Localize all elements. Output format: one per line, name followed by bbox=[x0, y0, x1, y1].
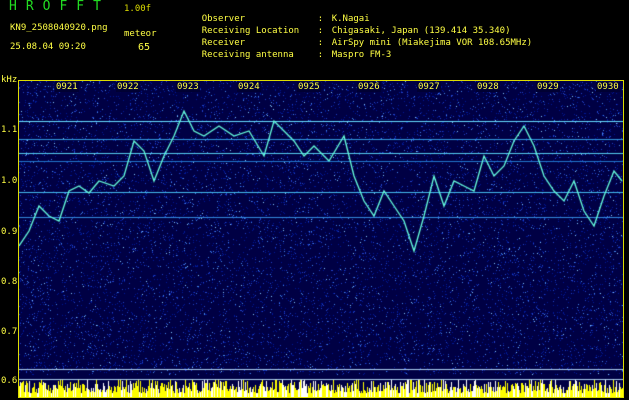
y-axis-label: 0.7 bbox=[1, 327, 18, 337]
y-axis-label: 0.8 bbox=[1, 277, 18, 287]
version-label: 1.00f bbox=[124, 4, 152, 14]
info-row-antenna: Receiving antenna: Maspro FM-3 bbox=[180, 39, 392, 72]
time-label: 0928 bbox=[476, 82, 500, 92]
meteor-label: meteor bbox=[124, 29, 157, 39]
plot-frame bbox=[18, 80, 624, 398]
frequency-unit-label: kHz bbox=[1, 75, 18, 85]
y-axis-label: 0.6 bbox=[1, 376, 18, 386]
y-axis-label: 0.9 bbox=[1, 227, 18, 237]
datetime: 25.08.04 09:20 bbox=[10, 42, 86, 52]
time-label: 0922 bbox=[116, 82, 140, 92]
time-label: 0927 bbox=[417, 82, 441, 92]
time-label: 0930 bbox=[596, 82, 620, 92]
info-separator: : bbox=[317, 50, 324, 60]
meteor-count: 65 bbox=[138, 42, 151, 53]
header: HROFFT 1.00f KN9_2508040920.png meteor 2… bbox=[0, 0, 629, 76]
time-label: 0921 bbox=[55, 82, 79, 92]
y-axis-label: 1.0 bbox=[1, 176, 18, 186]
time-label: 0926 bbox=[357, 82, 381, 92]
file-name: KN9_2508040920.png bbox=[10, 23, 108, 33]
app-title: HROFFT bbox=[9, 0, 110, 14]
time-label: 0923 bbox=[176, 82, 200, 92]
time-label: 0925 bbox=[297, 82, 321, 92]
time-label: 0929 bbox=[536, 82, 560, 92]
y-axis-label: 1.1 bbox=[1, 125, 18, 135]
info-key: Receiving antenna bbox=[201, 50, 294, 60]
time-label: 0924 bbox=[237, 82, 261, 92]
info-value: Maspro FM-3 bbox=[331, 50, 392, 60]
